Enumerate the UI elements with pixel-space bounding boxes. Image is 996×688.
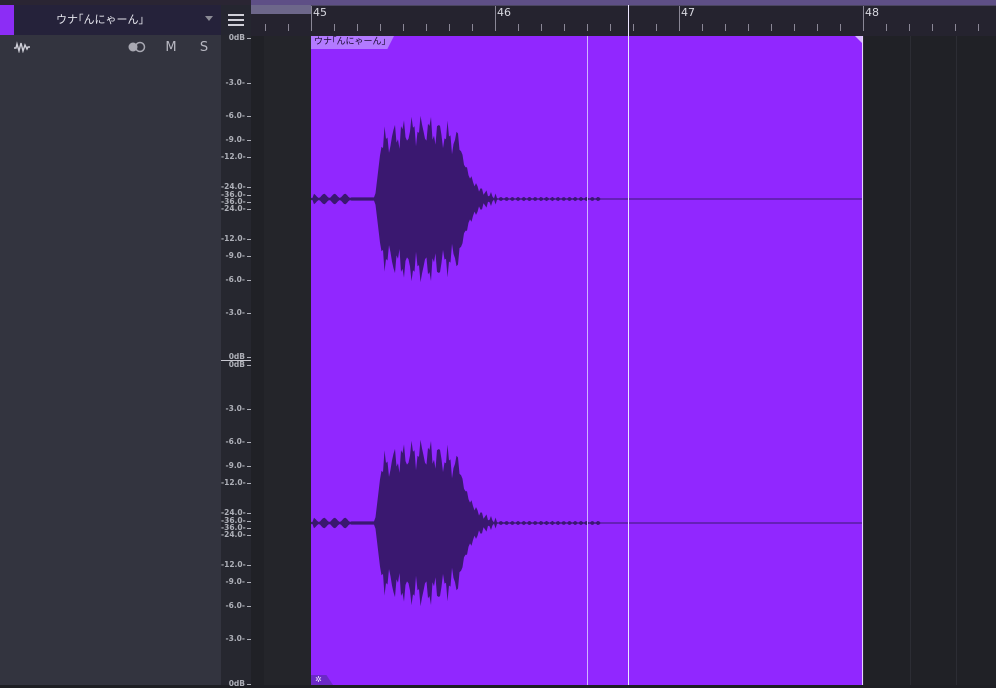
ruler-minor-tick (633, 24, 634, 31)
grid-line (910, 36, 911, 685)
db-tick-upper: -9.0- (221, 136, 251, 144)
ruler-minor-tick (978, 24, 979, 31)
track-name[interactable]: ウナ｢んにゃーん｣ (14, 5, 186, 35)
menu-icon-bar (228, 19, 244, 21)
ruler-minor-tick (495, 24, 496, 31)
db-tick-lower: -3.0- (221, 405, 251, 413)
ruler-minor-tick (518, 24, 519, 31)
db-tick-upper: -12.0- (221, 235, 251, 243)
ruler-minor-tick (403, 24, 404, 31)
edit-cursor-line (587, 36, 588, 685)
ruler-minor-tick (656, 24, 657, 31)
db-tick-lower: -6.0- (221, 438, 251, 446)
timeline-ruler[interactable] (251, 5, 996, 37)
menu-button[interactable] (221, 5, 251, 35)
db-tick-lower: -12.0- (221, 561, 251, 569)
ruler-minor-tick (265, 24, 266, 31)
ruler-minor-tick (288, 24, 289, 31)
ruler-minor-tick (587, 24, 588, 31)
ruler-minor-tick (357, 24, 358, 31)
db-tick-lower: -9.0- (221, 462, 251, 470)
db-tick-upper: -9.0- (221, 252, 251, 260)
ruler-bar-number: 45 (313, 6, 327, 19)
menu-icon-bar (228, 24, 244, 26)
ruler-minor-tick (610, 24, 611, 31)
clip-label[interactable]: ウナ｢んにゃーん｣ (311, 36, 395, 49)
grid-line (956, 36, 957, 685)
ruler-minor-tick (472, 24, 473, 31)
gear-icon: ✲ (315, 675, 322, 684)
ruler-minor-tick (909, 24, 910, 31)
grid-line (863, 36, 864, 685)
db-tick-lower: -12.0- (221, 479, 251, 487)
db-tick-lower: 0dB (221, 680, 251, 688)
ruler-minor-tick (886, 24, 887, 31)
ruler-bar-number: 46 (497, 6, 511, 19)
waveform-icon[interactable] (14, 41, 30, 53)
db-tick-upper: -24.0- (221, 205, 251, 213)
link-icon[interactable] (124, 41, 150, 53)
track-header[interactable] (0, 5, 221, 685)
db-tick-lower: -9.0- (221, 578, 251, 586)
db-tick-lower: -24.0- (221, 531, 251, 539)
solo-button[interactable]: S (194, 39, 214, 56)
ruler-minor-tick (311, 24, 312, 31)
loop-marker[interactable] (251, 5, 311, 14)
chevron-down-icon[interactable] (205, 16, 213, 21)
ruler-minor-tick (725, 24, 726, 31)
ruler-minor-tick (863, 24, 864, 31)
db-tick-upper: -6.0- (221, 112, 251, 120)
ruler-minor-tick (449, 24, 450, 31)
ruler-minor-tick (380, 24, 381, 31)
db-tick-upper: 0dB (221, 34, 251, 42)
ruler-minor-tick (932, 24, 933, 31)
mute-button[interactable]: M (161, 39, 181, 56)
pre-clip-area (264, 36, 311, 685)
menu-icon (228, 14, 244, 16)
ruler-minor-tick (541, 24, 542, 31)
ruler-minor-tick (334, 24, 335, 31)
db-tick-upper: -3.0- (221, 309, 251, 317)
db-tick-lower: -3.0- (221, 635, 251, 643)
ruler-minor-tick (817, 24, 818, 31)
clip-end-line (862, 36, 863, 685)
ruler-minor-tick (702, 24, 703, 31)
db-tick-upper: -3.0- (221, 79, 251, 87)
ruler-minor-tick (748, 24, 749, 31)
ruler-minor-tick (794, 24, 795, 31)
db-tick-upper: -6.0- (221, 276, 251, 284)
ruler-minor-tick (840, 24, 841, 31)
db-scale-center-line (221, 360, 251, 361)
db-tick-lower: 0dB (221, 361, 251, 369)
track-color-strip (0, 5, 14, 35)
ruler-minor-tick (771, 24, 772, 31)
ruler-minor-tick (426, 24, 427, 31)
ruler-minor-tick (955, 24, 956, 31)
ruler-minor-tick (564, 24, 565, 31)
ruler-bar-number: 48 (865, 6, 879, 19)
playhead[interactable] (628, 5, 629, 685)
ruler-minor-tick (679, 24, 680, 31)
db-tick-lower: -6.0- (221, 602, 251, 610)
db-tick-upper: -12.0- (221, 153, 251, 161)
ruler-bar-number: 47 (681, 6, 695, 19)
